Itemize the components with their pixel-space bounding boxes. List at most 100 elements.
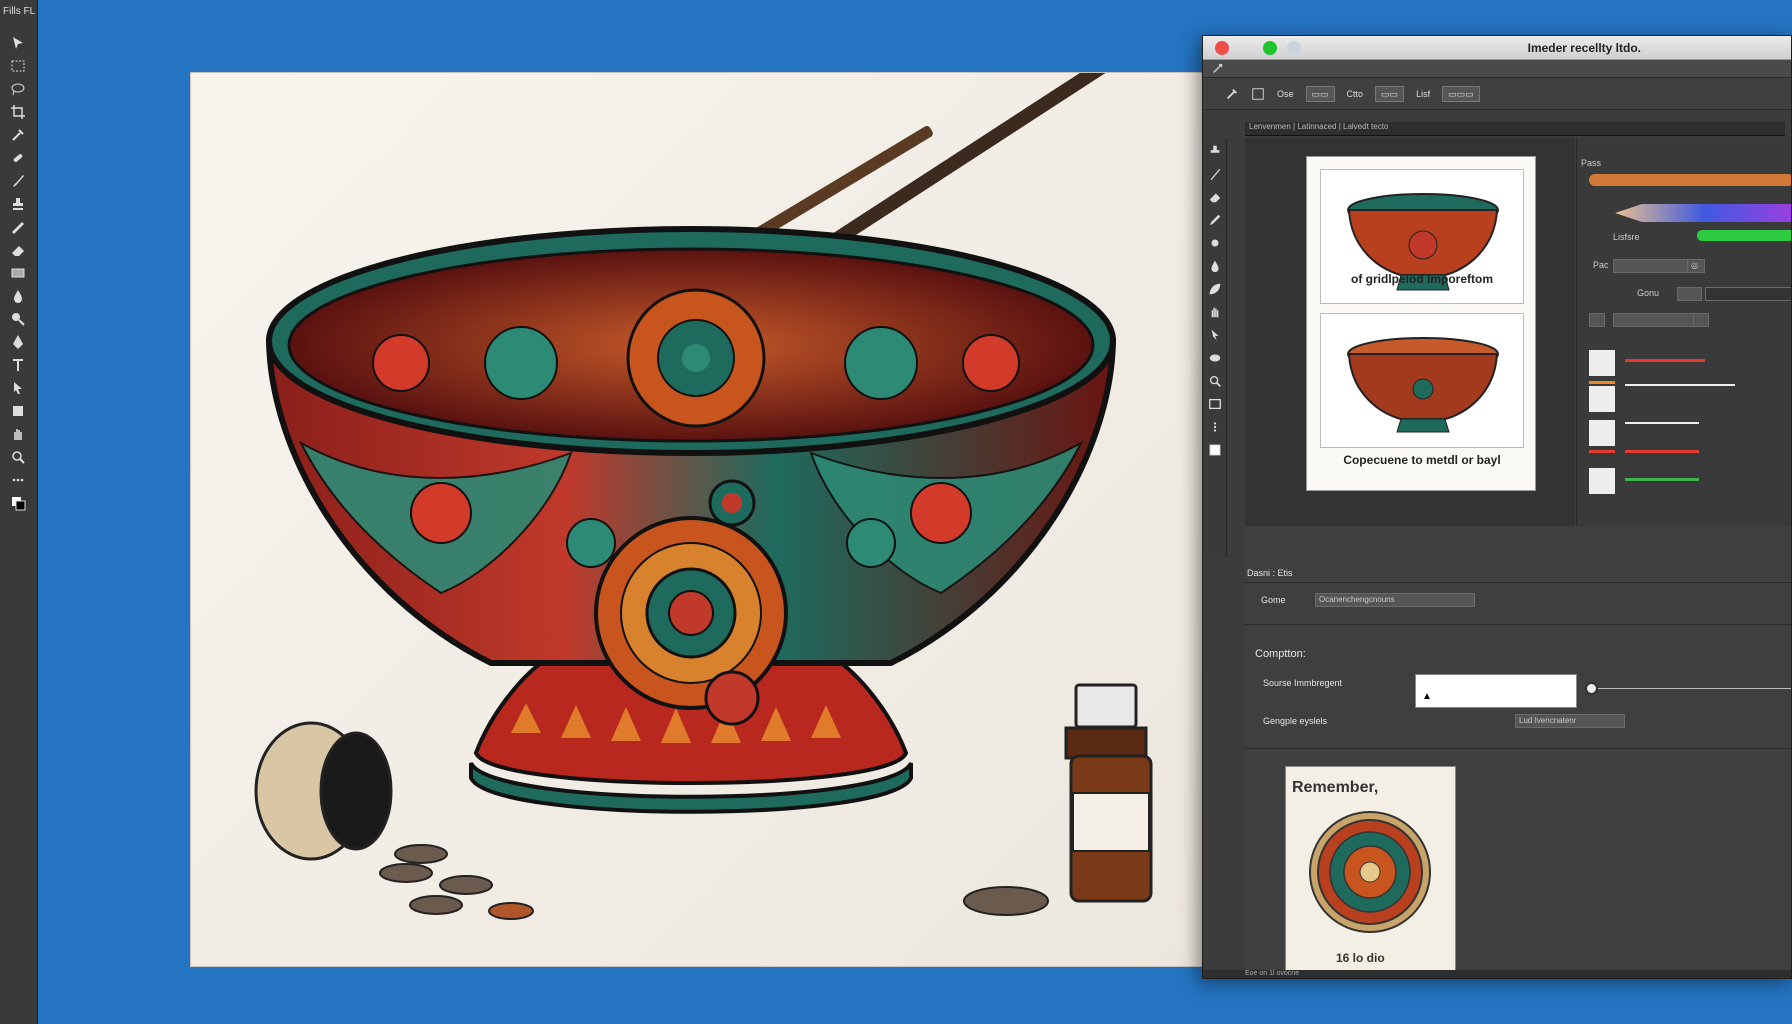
leaf-tool-icon[interactable] (1205, 279, 1225, 299)
lasso-tool-icon[interactable] (5, 78, 31, 99)
more-tools-icon[interactable] (5, 469, 31, 490)
option1-slider[interactable] (1593, 688, 1791, 689)
zoom-tool-icon[interactable] (5, 446, 31, 467)
active-tool-icon[interactable] (1225, 87, 1239, 101)
option2-field[interactable]: Lud Ivencnatenr (1515, 714, 1625, 728)
healing-tool-icon[interactable] (5, 147, 31, 168)
smudge-tool-icon[interactable] (1205, 233, 1225, 253)
red-slider-2[interactable] (1625, 450, 1699, 453)
gradient-tool-icon[interactable] (5, 262, 31, 283)
path-tool-icon[interactable] (1205, 325, 1225, 345)
option-label-2[interactable]: Ctto (1347, 89, 1364, 99)
brush-label: Lisfsre (1613, 232, 1640, 242)
option-field-3[interactable]: ▭▭▭ (1442, 85, 1480, 102)
eraser-tool-icon[interactable] (5, 239, 31, 260)
document-tab-label[interactable]: Lenvenmen | Latinnaced | Lalvedt tecto (1249, 122, 1388, 131)
blur-tool-icon[interactable] (1205, 256, 1225, 276)
blur-tool-icon[interactable] (5, 285, 31, 306)
pen-tool-icon[interactable] (5, 331, 31, 352)
orange-marker (1589, 381, 1615, 384)
panel-row1-button[interactable]: ◎ (1687, 259, 1705, 273)
brush-pencil-green[interactable] (1697, 230, 1791, 241)
eraser-tool-icon[interactable] (1205, 187, 1225, 207)
plate-image (1309, 811, 1431, 933)
more-tools-icon[interactable] (1205, 417, 1225, 437)
option1-label: Sourse Immbregent (1263, 678, 1343, 688)
zoom-tool-icon[interactable] (1205, 371, 1225, 391)
option1-input[interactable]: ▲ (1415, 674, 1577, 708)
white-slider[interactable] (1625, 384, 1735, 386)
brush-tool-icon[interactable] (5, 170, 31, 191)
color-swatch-icon[interactable] (1205, 440, 1225, 460)
eyedropper-tool-icon[interactable] (5, 124, 31, 145)
brush-pencil-orange[interactable] (1589, 174, 1791, 186)
panel-row2-field[interactable] (1677, 287, 1702, 301)
panel-row3-button[interactable] (1693, 313, 1709, 327)
swatch-4[interactable] (1589, 468, 1615, 494)
red-marker (1589, 450, 1615, 453)
panel-label-top: Pass (1581, 158, 1602, 168)
window-tool-strip (1203, 138, 1227, 558)
status-bar: Eoe on 1l ovocne (1203, 970, 1791, 978)
hand-tool-icon[interactable] (1205, 302, 1225, 322)
path-select-icon[interactable] (5, 377, 31, 398)
foreground-color-icon[interactable] (5, 492, 31, 513)
canvas-artboard[interactable] (191, 73, 1203, 966)
oil-bottle-icon (1064, 683, 1153, 903)
panel-row3-field[interactable] (1613, 313, 1703, 327)
marquee-tool-icon[interactable] (5, 55, 31, 76)
options-bar: Ose ▭▭ Ctto ▭▭ Lisf ▭▭▭ (1203, 78, 1791, 110)
swatch-3[interactable] (1589, 420, 1615, 446)
properties-row-label: Gome (1261, 595, 1286, 605)
option-label[interactable]: Ose (1277, 89, 1294, 99)
document-tab-row[interactable]: Lenvenmen | Latinnaced | Lalvedt tecto (1245, 122, 1785, 136)
preview-bowl-image-bottom (1320, 313, 1524, 448)
history-brush-icon[interactable] (5, 216, 31, 237)
frame-tool-icon[interactable] (1205, 394, 1225, 414)
crop-tool-icon[interactable] (5, 101, 31, 122)
swatch-1[interactable] (1589, 350, 1615, 376)
panel-row2-label: Gonu (1637, 288, 1660, 298)
type-tool-icon[interactable] (5, 354, 31, 375)
zoom-window-button[interactable] (1287, 41, 1301, 55)
menu-bar (1203, 60, 1791, 78)
close-window-button[interactable] (1215, 41, 1229, 55)
dropdown-arrow-icon[interactable]: ▲ (1422, 691, 1432, 702)
red-slider[interactable] (1625, 359, 1705, 362)
stamp-tool-icon[interactable] (5, 193, 31, 214)
brush-pencil-rainbow[interactable] (1615, 204, 1791, 222)
window-titlebar[interactable]: Imeder recellty ltdo. (1203, 36, 1791, 60)
properties-row-field[interactable]: Ocanenchengcnouns (1315, 593, 1475, 607)
panel-row3-check[interactable] (1589, 313, 1605, 327)
dodge-tool-icon[interactable] (5, 308, 31, 329)
properties-row-header: Dasni : Etis (1247, 568, 1293, 578)
stamp-tool-icon[interactable] (1205, 141, 1225, 161)
swatch-2[interactable] (1589, 386, 1615, 412)
brush-settings-panel: Pass Lisfsre Pac ◎ Gonu (1576, 138, 1791, 538)
left-toolbar-header: Fills FL (3, 6, 36, 17)
preview-caption-bottom: Copecuene to metdl or bayl (1343, 453, 1501, 467)
option-field-2[interactable]: ▭▭ (1375, 85, 1405, 102)
properties-panel: Dasni : Etis Gome Ocanenchengcnouns Comp… (1245, 526, 1791, 978)
shape-tool-icon[interactable] (5, 400, 31, 421)
option-field-1[interactable]: ▭▭ (1305, 85, 1335, 102)
panel-row2-dark-field[interactable] (1705, 287, 1791, 301)
preview-caption-top: of gridlpelod Imporeftom (1351, 272, 1493, 286)
shape-tool-icon[interactable] (1205, 348, 1225, 368)
hand-tool-icon[interactable] (5, 423, 31, 444)
window-title: Imeder recellty ltdo. (1527, 41, 1641, 55)
option1-slider-knob[interactable] (1585, 682, 1598, 695)
pencil-tool-icon[interactable] (1205, 210, 1225, 230)
preview-card: of gridlpelod Imporeftom Copecuene to me… (1306, 156, 1536, 491)
minimize-window-button[interactable] (1263, 41, 1277, 55)
green-slider[interactable] (1625, 478, 1699, 481)
white-slider-2[interactable] (1625, 422, 1699, 424)
move-tool-icon[interactable] (5, 32, 31, 53)
app-menu-icon[interactable] (1211, 62, 1225, 76)
brush-tool-icon[interactable] (1205, 164, 1225, 184)
notice-footer: 16 lo dio (1336, 951, 1385, 965)
option-label-3[interactable]: Lisf (1416, 89, 1430, 99)
left-toolbar: Fills FL (0, 0, 38, 1024)
tool-preset-icon[interactable] (1251, 87, 1265, 101)
coins-icon (379, 844, 1049, 920)
